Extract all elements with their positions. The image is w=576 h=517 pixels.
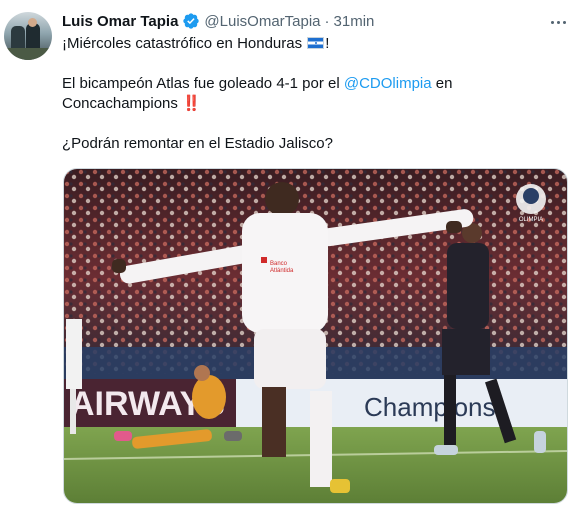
author-name[interactable]: Luis Omar Tapia: [62, 13, 178, 30]
tweet-line-1-end: !: [325, 35, 330, 52]
tweet-line-3-text: Concachampions: [62, 95, 178, 112]
tweet-line-3: Concachampions ‼️: [62, 94, 562, 114]
verified-badge-icon: [182, 12, 200, 30]
tweet-line-4: ¿Podrán remontar en el Estadio Jalisco?: [62, 134, 562, 154]
separator-dot: ·: [324, 12, 330, 30]
jersey-sponsor-text-a: Banco: [270, 261, 288, 267]
tweet-line-1: ¡Miércoles catastrófico en Honduras !: [62, 34, 562, 54]
author-handle[interactable]: @LuisOmarTapia: [204, 13, 320, 30]
club-logo-text: OLIMPIA: [519, 217, 543, 223]
tweet-text: ¡Miércoles catastrófico en Honduras ! El…: [62, 34, 562, 154]
tweet-timestamp[interactable]: 31min: [334, 13, 375, 30]
tweet-photo[interactable]: AIRWAYS Champions OLIMPIA Banco Atlántid…: [63, 168, 568, 504]
match-photo-illustration: AIRWAYS Champions OLIMPIA Banco Atlántid…: [64, 169, 567, 503]
more-options-icon[interactable]: [551, 14, 566, 30]
tweet-line-1-text: ¡Miércoles catastrófico en Honduras: [62, 35, 303, 52]
mention-link[interactable]: @CDOlimpia: [344, 75, 432, 92]
tweet-line-2-end: en: [435, 75, 453, 92]
tweet-line-2: El bicampeón Atlas fue goleado 4-1 por e…: [62, 74, 562, 94]
tweet-header: Luis Omar Tapia @LuisOmarTapia · 31min: [62, 12, 374, 30]
banner-right-text: Champions: [364, 392, 496, 422]
double-exclamation-icon: ‼️: [182, 95, 201, 112]
jersey-sponsor-text-b: Atlántida: [270, 268, 294, 274]
tweet-card: Luis Omar Tapia @LuisOmarTapia · 31min ¡…: [0, 0, 576, 517]
club-logo-icon: OLIMPIA: [516, 184, 546, 223]
honduras-flag-icon: [307, 37, 325, 49]
author-avatar[interactable]: [4, 12, 52, 60]
tweet-line-2-text: El bicampeón Atlas fue goleado 4-1 por e…: [62, 75, 340, 92]
tweet-line-4-text: ¿Podrán remontar en el Estadio Jalisco?: [62, 135, 333, 152]
